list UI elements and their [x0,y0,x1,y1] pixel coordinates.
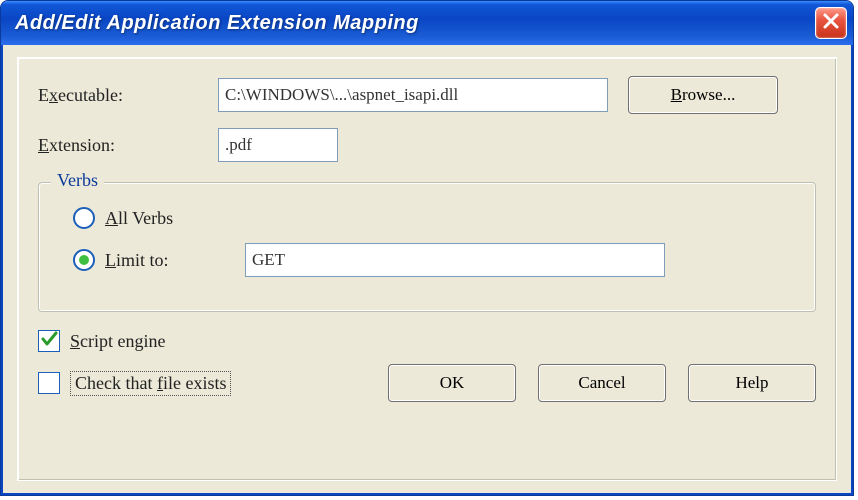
bottom-row: Check that file exists OK Cancel Help [38,364,816,402]
radio-all-verbs-row[interactable]: All Verbs [73,207,795,229]
label-accel: A [105,208,118,228]
window-title: Add/Edit Application Extension Mapping [15,12,815,35]
radio-limit-to-label: Limit to: [105,250,245,271]
titlebar[interactable]: Add/Edit Application Extension Mapping [1,1,853,45]
ok-button[interactable]: OK [388,364,516,402]
extension-row: Extension: [38,128,816,162]
label-text: rowse... [682,85,735,104]
verbs-legend: Verbs [51,170,104,191]
script-engine-checkbox[interactable] [38,330,60,352]
check-icon [40,330,58,353]
check-file-exists-row[interactable]: Check that file exists [38,371,231,396]
label-text: imit to: [116,250,169,270]
dialog-client-area: Executable: Browse... Extension: Verbs [1,45,853,495]
executable-row: Executable: Browse... [38,76,816,114]
label-accel: L [105,250,116,270]
browse-button[interactable]: Browse... [628,76,778,114]
radio-all-verbs-label: All Verbs [105,208,245,229]
radio-limit-to-row[interactable]: Limit to: [73,243,795,277]
close-icon [822,12,840,35]
extension-input[interactable] [218,128,338,162]
close-button[interactable] [815,7,847,39]
label-accel: E [38,135,49,155]
label-accel: S [70,331,80,351]
label-text: E [38,85,49,105]
executable-input[interactable] [218,78,608,112]
label-text: ecutable: [58,85,123,105]
script-engine-label: Script engine [70,331,165,352]
label-accel: B [671,85,682,104]
label-text: xtension: [49,135,115,155]
label-text: ile exists [163,373,227,393]
script-engine-row[interactable]: Script engine [38,330,816,352]
label-text: Check that [75,373,157,393]
check-file-exists-checkbox[interactable] [38,372,60,394]
executable-label: Executable: [38,85,218,106]
label-accel: x [49,85,58,105]
check-file-exists-label: Check that file exists [70,371,231,396]
inner-panel: Executable: Browse... Extension: Verbs [17,57,837,481]
limit-to-input[interactable] [245,243,665,277]
help-button[interactable]: Help [688,364,816,402]
radio-all-verbs[interactable] [73,207,95,229]
verbs-groupbox: Verbs All Verbs Limit to: [38,182,816,312]
button-bar: OK Cancel Help [388,364,816,402]
cancel-button[interactable]: Cancel [538,364,666,402]
dialog-window: Add/Edit Application Extension Mapping E… [0,0,854,496]
extension-label: Extension: [38,135,218,156]
label-text: ll Verbs [118,208,173,228]
label-text: cript engine [80,331,165,351]
radio-limit-to[interactable] [73,249,95,271]
